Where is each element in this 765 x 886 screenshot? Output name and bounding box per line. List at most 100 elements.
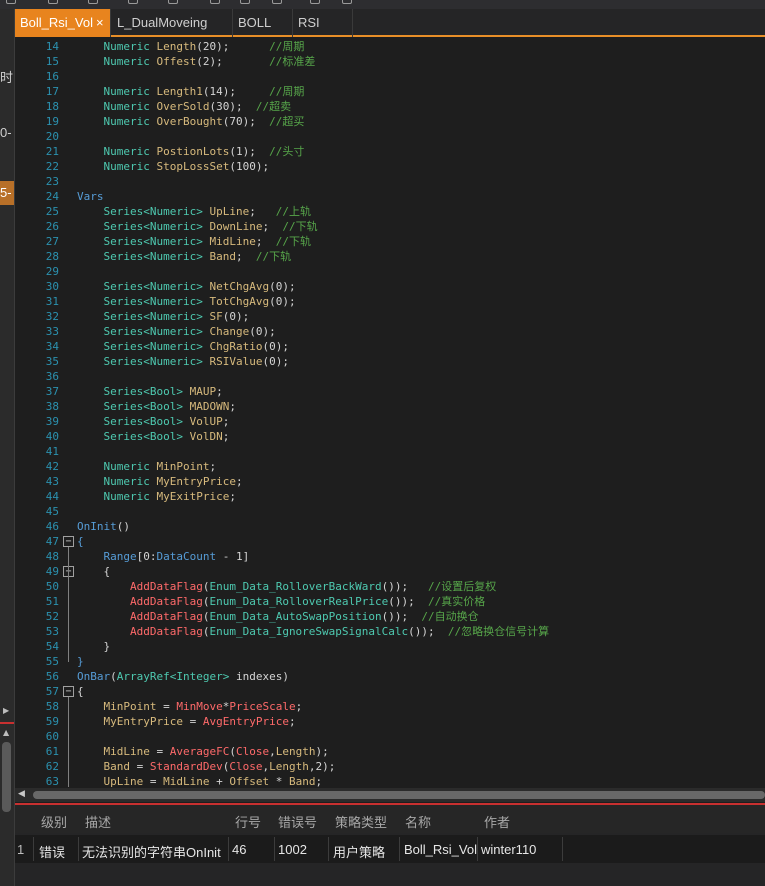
toolbar-icon-5[interactable] xyxy=(168,0,178,4)
column-header-name[interactable]: 名称 xyxy=(405,812,431,831)
tab-boll[interactable]: BOLL xyxy=(233,9,293,37)
code-line[interactable]: 20 xyxy=(15,129,765,144)
column-header-error-code[interactable]: 错误号 xyxy=(278,812,317,831)
code-line[interactable]: 37 Series<Bool> MAUP; xyxy=(15,384,765,399)
code-line[interactable]: 55} xyxy=(15,654,765,669)
code-line[interactable]: 28 Series<Numeric> Band; //下轨 xyxy=(15,249,765,264)
code-line[interactable]: 41 xyxy=(15,444,765,459)
left-strip-scroll-up-icon[interactable]: ▲ xyxy=(3,728,9,737)
code-line[interactable]: 54 } xyxy=(15,639,765,654)
code-line[interactable]: 60 xyxy=(15,729,765,744)
toolbar-icon-1[interactable] xyxy=(6,0,16,4)
code-line[interactable]: 40 Series<Bool> VolDN; xyxy=(15,429,765,444)
code-line[interactable]: 58 MinPoint = MinMove*PriceScale; xyxy=(15,699,765,714)
code-line[interactable]: 46 OnInit() xyxy=(15,519,765,534)
code-line[interactable]: 39 Series<Bool> VolUP; xyxy=(15,414,765,429)
code-line[interactable]: 45 xyxy=(15,504,765,519)
column-header-description[interactable]: 描述 xyxy=(85,812,111,831)
code-line[interactable]: 30 Series<Numeric> NetChgAvg(0); xyxy=(15,279,765,294)
code-line[interactable]: 18 Numeric OverSold(30); //超卖 xyxy=(15,99,765,114)
code-token: MyEntryPrice xyxy=(149,475,236,488)
code-line[interactable]: 16 xyxy=(15,69,765,84)
table-row[interactable]: 1 错误 无法识别的字符串OnInit 46 1002 用户策略 Boll_Rs… xyxy=(15,835,765,863)
code-line[interactable]: 59 MyEntryPrice = AvgEntryPrice; xyxy=(15,714,765,729)
line-number: 63 xyxy=(45,775,59,787)
left-strip-scrollbar-thumb[interactable] xyxy=(2,742,11,812)
code-line[interactable]: 63 UpLine = MidLine + Offset * Band; xyxy=(15,774,765,787)
code-line[interactable]: 36 xyxy=(15,369,765,384)
code-line[interactable]: 15 Numeric Offest(2); //标准差 xyxy=(15,54,765,69)
code-line[interactable]: 51 AddDataFlag(Enum_Data_RolloverRealPri… xyxy=(15,594,765,609)
toolbar-icon-9[interactable] xyxy=(310,0,320,4)
code-line[interactable]: 42 Numeric MinPoint; xyxy=(15,459,765,474)
code-editor[interactable]: 14 Numeric Length(20); //周期 15 Numeric Of… xyxy=(15,39,765,787)
code-token: MyExitPrice xyxy=(149,490,230,503)
code-token: Series<Numeric> xyxy=(103,250,203,263)
code-line[interactable]: 23 xyxy=(15,174,765,189)
code-line[interactable]: 22 Numeric StopLossSet(100); xyxy=(15,159,765,174)
code-line[interactable]: 52 AddDataFlag(Enum_Data_AutoSwapPositio… xyxy=(15,609,765,624)
code-line[interactable]: 44 Numeric MyExitPrice; xyxy=(15,489,765,504)
toolbar-icon-2[interactable] xyxy=(48,0,58,4)
code-line[interactable]: 17 Numeric Length1(14); //周期 xyxy=(15,84,765,99)
code-line[interactable]: 53 AddDataFlag(Enum_Data_IgnoreSwapSigna… xyxy=(15,624,765,639)
toolbar-icon-8[interactable] xyxy=(272,0,282,4)
code-line[interactable]: 35 Series<Numeric> RSIValue(0); xyxy=(15,354,765,369)
code-text: OnInit() xyxy=(77,519,130,534)
code-line[interactable]: 26 Series<Numeric> DownLine; //下轨 xyxy=(15,219,765,234)
tab-l-dualmoveing[interactable]: L_DualMoveing xyxy=(112,9,233,37)
fold-toggle-icon[interactable]: − xyxy=(63,686,74,697)
code-line[interactable]: 62 Band = StandardDev(Close,Length,2); xyxy=(15,759,765,774)
code-line[interactable]: 29 xyxy=(15,264,765,279)
code-line[interactable]: 21 Numeric PostionLots(1); //头寸 xyxy=(15,144,765,159)
code-line[interactable]: 33 Series<Numeric> Change(0); xyxy=(15,324,765,339)
column-header-strategy-type[interactable]: 策略类型 xyxy=(335,812,387,831)
code-line[interactable]: 34 Series<Numeric> ChgRatio(0); xyxy=(15,339,765,354)
column-header-author[interactable]: 作者 xyxy=(484,812,510,831)
code-line[interactable]: 61 MidLine = AverageFC(Close,Length); xyxy=(15,744,765,759)
code-token: (70); xyxy=(222,115,270,128)
toolbar-icon-7[interactable] xyxy=(240,0,250,4)
column-separator xyxy=(228,837,229,861)
code-line[interactable]: 48 Range[0:DataCount - 1] xyxy=(15,549,765,564)
fold-toggle-icon[interactable]: − xyxy=(63,536,74,547)
toolbar-icon-10[interactable] xyxy=(342,0,352,4)
line-number: 24 xyxy=(45,190,59,203)
code-line[interactable]: 27 Series<Numeric> MidLine; //下轨 xyxy=(15,234,765,249)
code-line[interactable]: 38 Series<Bool> MADOWN; xyxy=(15,399,765,414)
code-line[interactable]: 43 Numeric MyEntryPrice; xyxy=(15,474,765,489)
code-line[interactable]: 24 Vars xyxy=(15,189,765,204)
close-icon[interactable]: × xyxy=(96,15,104,30)
code-line[interactable]: 19 Numeric OverBought(70); //超买 xyxy=(15,114,765,129)
code-line[interactable]: 56 OnBar(ArrayRef<Integer> indexes) xyxy=(15,669,765,684)
code-token: Close xyxy=(235,745,270,758)
left-strip-scroll-right-icon[interactable]: ▶ xyxy=(3,706,9,715)
horizontal-scrollbar-thumb[interactable] xyxy=(33,791,765,799)
toolbar-icon-6[interactable] xyxy=(210,0,220,4)
code-line[interactable]: 47−{ xyxy=(15,534,765,549)
scroll-left-icon[interactable]: ◀ xyxy=(18,789,25,799)
code-line[interactable]: 32 Series<Numeric> SF(0); xyxy=(15,309,765,324)
line-number: 25 xyxy=(45,205,59,218)
column-header-level[interactable]: 级别 xyxy=(41,812,67,831)
tab-rsi[interactable]: RSI xyxy=(293,9,353,37)
code-token: Numeric xyxy=(103,490,150,503)
cell-strategy-type: 用户策略 xyxy=(333,845,386,860)
code-line[interactable]: 31 Series<Numeric> TotChgAvg(0); xyxy=(15,294,765,309)
code-token: , xyxy=(269,745,276,758)
toolbar-icon-4[interactable] xyxy=(128,0,138,4)
horizontal-scrollbar[interactable]: ◀ xyxy=(15,788,765,802)
code-token: //超买 xyxy=(269,115,305,128)
code-line[interactable]: 25 Series<Numeric> UpLine; //上轨 xyxy=(15,204,765,219)
code-token: //下轨 xyxy=(255,250,292,263)
tab-boll-rsi-vol[interactable]: Boll_Rsi_Vol × xyxy=(15,9,111,37)
column-header-line[interactable]: 行号 xyxy=(235,812,261,831)
toolbar-icon-3[interactable] xyxy=(88,0,98,4)
code-line[interactable]: 49− { xyxy=(15,564,765,579)
code-line[interactable]: 14 Numeric Length(20); //周期 xyxy=(15,39,765,54)
code-line[interactable]: 50 AddDataFlag(Enum_Data_RolloverBackWar… xyxy=(15,579,765,594)
code-line[interactable]: 57−{ xyxy=(15,684,765,699)
